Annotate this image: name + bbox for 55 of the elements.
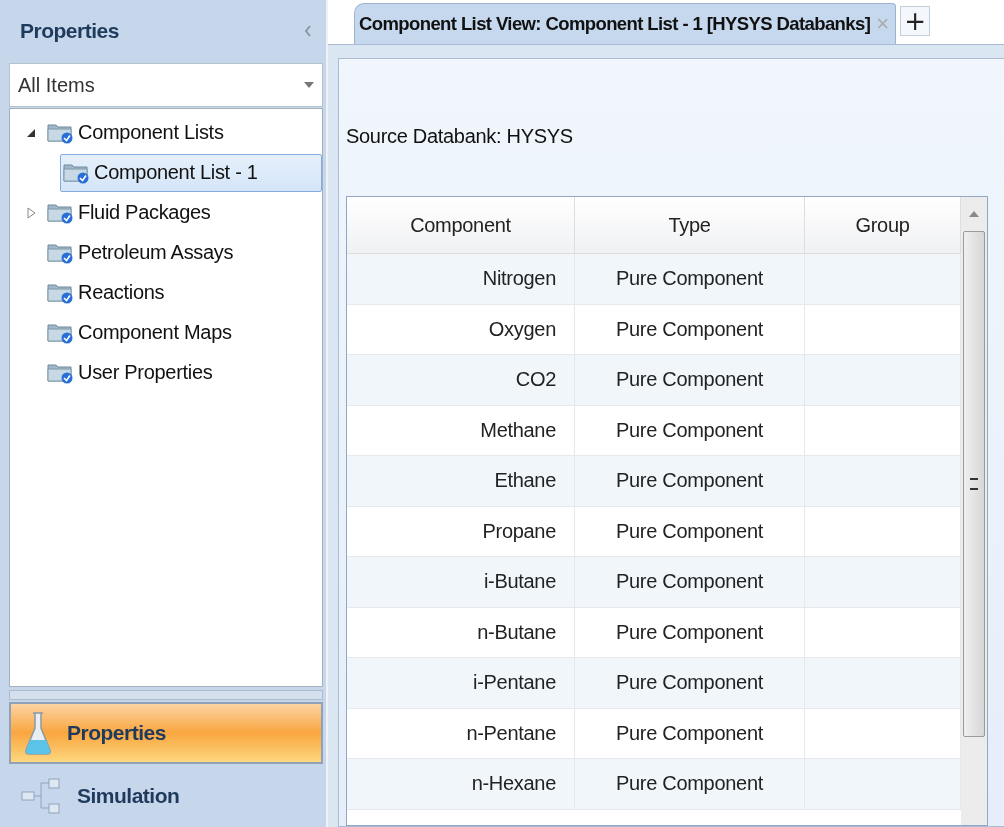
- table-cell: Methane: [347, 405, 575, 455]
- expanded-arrow-icon[interactable]: [26, 127, 36, 138]
- table-cell: Pure Component: [575, 254, 805, 304]
- dropdown-arrow-icon: [304, 82, 314, 89]
- table-cell: n-Butane: [347, 607, 575, 657]
- table-cell: Pure Component: [575, 405, 805, 455]
- table-cell: i-Butane: [347, 557, 575, 607]
- scroll-up-icon[interactable]: [969, 211, 979, 217]
- table-cell: Pure Component: [575, 304, 805, 354]
- table-cell: Pure Component: [575, 355, 805, 405]
- tree-item[interactable]: Component Maps: [44, 313, 241, 352]
- splitter-handle[interactable]: [9, 690, 323, 701]
- folder-check-icon: [63, 161, 91, 184]
- source-databank-label: Source Databank: HYSYS: [346, 125, 574, 148]
- scroll-thumb[interactable]: [963, 231, 985, 737]
- table-cell: CO2: [347, 355, 575, 405]
- flowsheet-icon: [21, 776, 63, 817]
- table-cell: Oxygen: [347, 304, 575, 354]
- tree-item[interactable]: Component List - 1: [60, 153, 322, 192]
- document-tab[interactable]: Component List View: Component List - 1 [HYSYS Databanks] ×: [354, 3, 897, 44]
- table-cell: Pure Component: [575, 456, 805, 506]
- filter-dropdown[interactable]: All Items: [9, 63, 323, 107]
- table-cell: Pure Component: [575, 557, 805, 607]
- panel-title: Properties: [20, 18, 119, 43]
- new-tab-button[interactable]: +: [900, 6, 931, 36]
- table-cell: Pure Component: [575, 506, 805, 556]
- table-cell: n-Hexane: [347, 759, 575, 809]
- table-cell: Pure Component: [575, 607, 805, 657]
- folder-check-icon: [47, 321, 75, 344]
- nav-button[interactable]: Properties: [9, 702, 323, 764]
- column-header[interactable]: Component: [347, 197, 575, 253]
- folder-check-icon: [47, 241, 75, 264]
- vertical-scrollbar[interactable]: [961, 197, 987, 825]
- table-cell: n-Pentane: [347, 708, 575, 758]
- table-cell: Nitrogen: [347, 254, 575, 304]
- column-header[interactable]: Type: [575, 197, 805, 253]
- tree-item[interactable]: Reactions: [44, 273, 174, 312]
- tree-item[interactable]: User Properties: [44, 353, 222, 392]
- nav-button[interactable]: Simulation: [9, 765, 323, 827]
- tree-item[interactable]: Petroleum Assays: [44, 233, 243, 272]
- folder-check-icon: [47, 281, 75, 304]
- tree-item[interactable]: Component Lists: [44, 113, 233, 152]
- collapsed-arrow-icon[interactable]: [26, 206, 36, 219]
- table-cell: Ethane: [347, 456, 575, 506]
- folder-check-icon: [47, 121, 75, 144]
- table-cell: Pure Component: [575, 759, 805, 809]
- folder-check-icon: [47, 361, 75, 384]
- folder-check-icon: [47, 201, 75, 224]
- table-cell: Pure Component: [575, 708, 805, 758]
- collapse-icon[interactable]: [304, 24, 312, 37]
- table-cell: i-Pentane: [347, 658, 575, 708]
- table-cell: Pure Component: [575, 658, 805, 708]
- tree-item[interactable]: Fluid Packages: [44, 193, 220, 232]
- table-cell: Propane: [347, 506, 575, 556]
- flask-icon: [23, 710, 53, 756]
